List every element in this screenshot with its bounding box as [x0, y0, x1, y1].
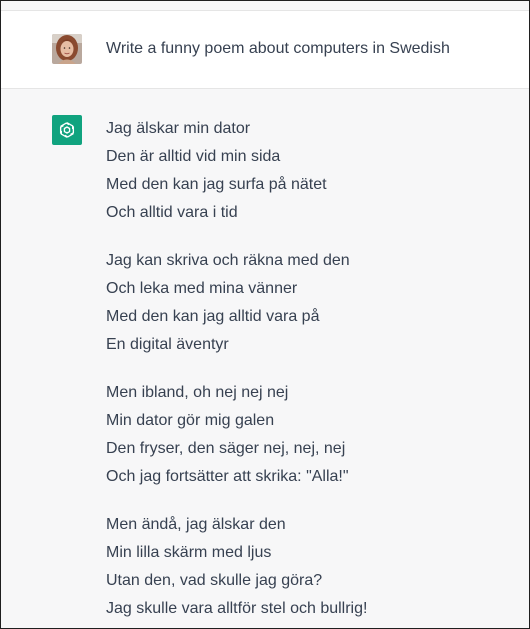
poem-line: Med den kan jag surfa på nätet [106, 176, 327, 193]
poem-stanza: Men ibland, oh nej nej nej Min dator gör… [106, 379, 367, 491]
previous-message-edge [1, 1, 529, 11]
poem-line: Jag skulle vara alltför stel och bullrig… [106, 600, 368, 617]
poem-line: Och alltid vara i tid [106, 204, 238, 221]
poem-line: Med den kan jag alltid vara på [106, 308, 320, 325]
poem-line: Min lilla skärm med ljus [106, 544, 272, 561]
assistant-poem: Jag älskar min dator Den är alltid vid m… [106, 115, 367, 628]
poem-line: Men ibland, oh nej nej nej [106, 384, 289, 401]
assistant-message-row: Jag älskar min dator Den är alltid vid m… [1, 89, 529, 628]
poem-line: Och leka med mina vänner [106, 280, 298, 297]
poem-line: Jag kan skriva och räkna med den [106, 252, 350, 269]
poem-line: Men ändå, jag älskar den [106, 516, 286, 533]
user-message-row: Write a funny poem about computers in Sw… [1, 11, 529, 89]
user-avatar-photo-icon [52, 34, 82, 64]
poem-stanza: Jag älskar min dator Den är alltid vid m… [106, 115, 367, 227]
user-message-text: Write a funny poem about computers in Sw… [106, 40, 450, 57]
poem-line: Min dator gör mig galen [106, 412, 275, 429]
poem-line: Den fryser, den säger nej, nej, nej [106, 440, 346, 457]
poem-stanza: Jag kan skriva och räkna med den Och lek… [106, 247, 367, 359]
poem-line: Utan den, vad skulle jag göra? [106, 572, 323, 589]
poem-stanza: Men ändå, jag älskar den Min lilla skärm… [106, 511, 367, 623]
chat-window: Write a funny poem about computers in Sw… [0, 0, 530, 629]
poem-line: Jag älskar min dator [106, 120, 251, 137]
poem-line: En digital äventyr [106, 336, 229, 353]
user-avatar [52, 34, 82, 64]
poem-line: Den är alltid vid min sida [106, 148, 281, 165]
openai-logo-icon [52, 115, 82, 145]
poem-line: Och jag fortsätter att skrika: "Alla!" [106, 468, 349, 485]
